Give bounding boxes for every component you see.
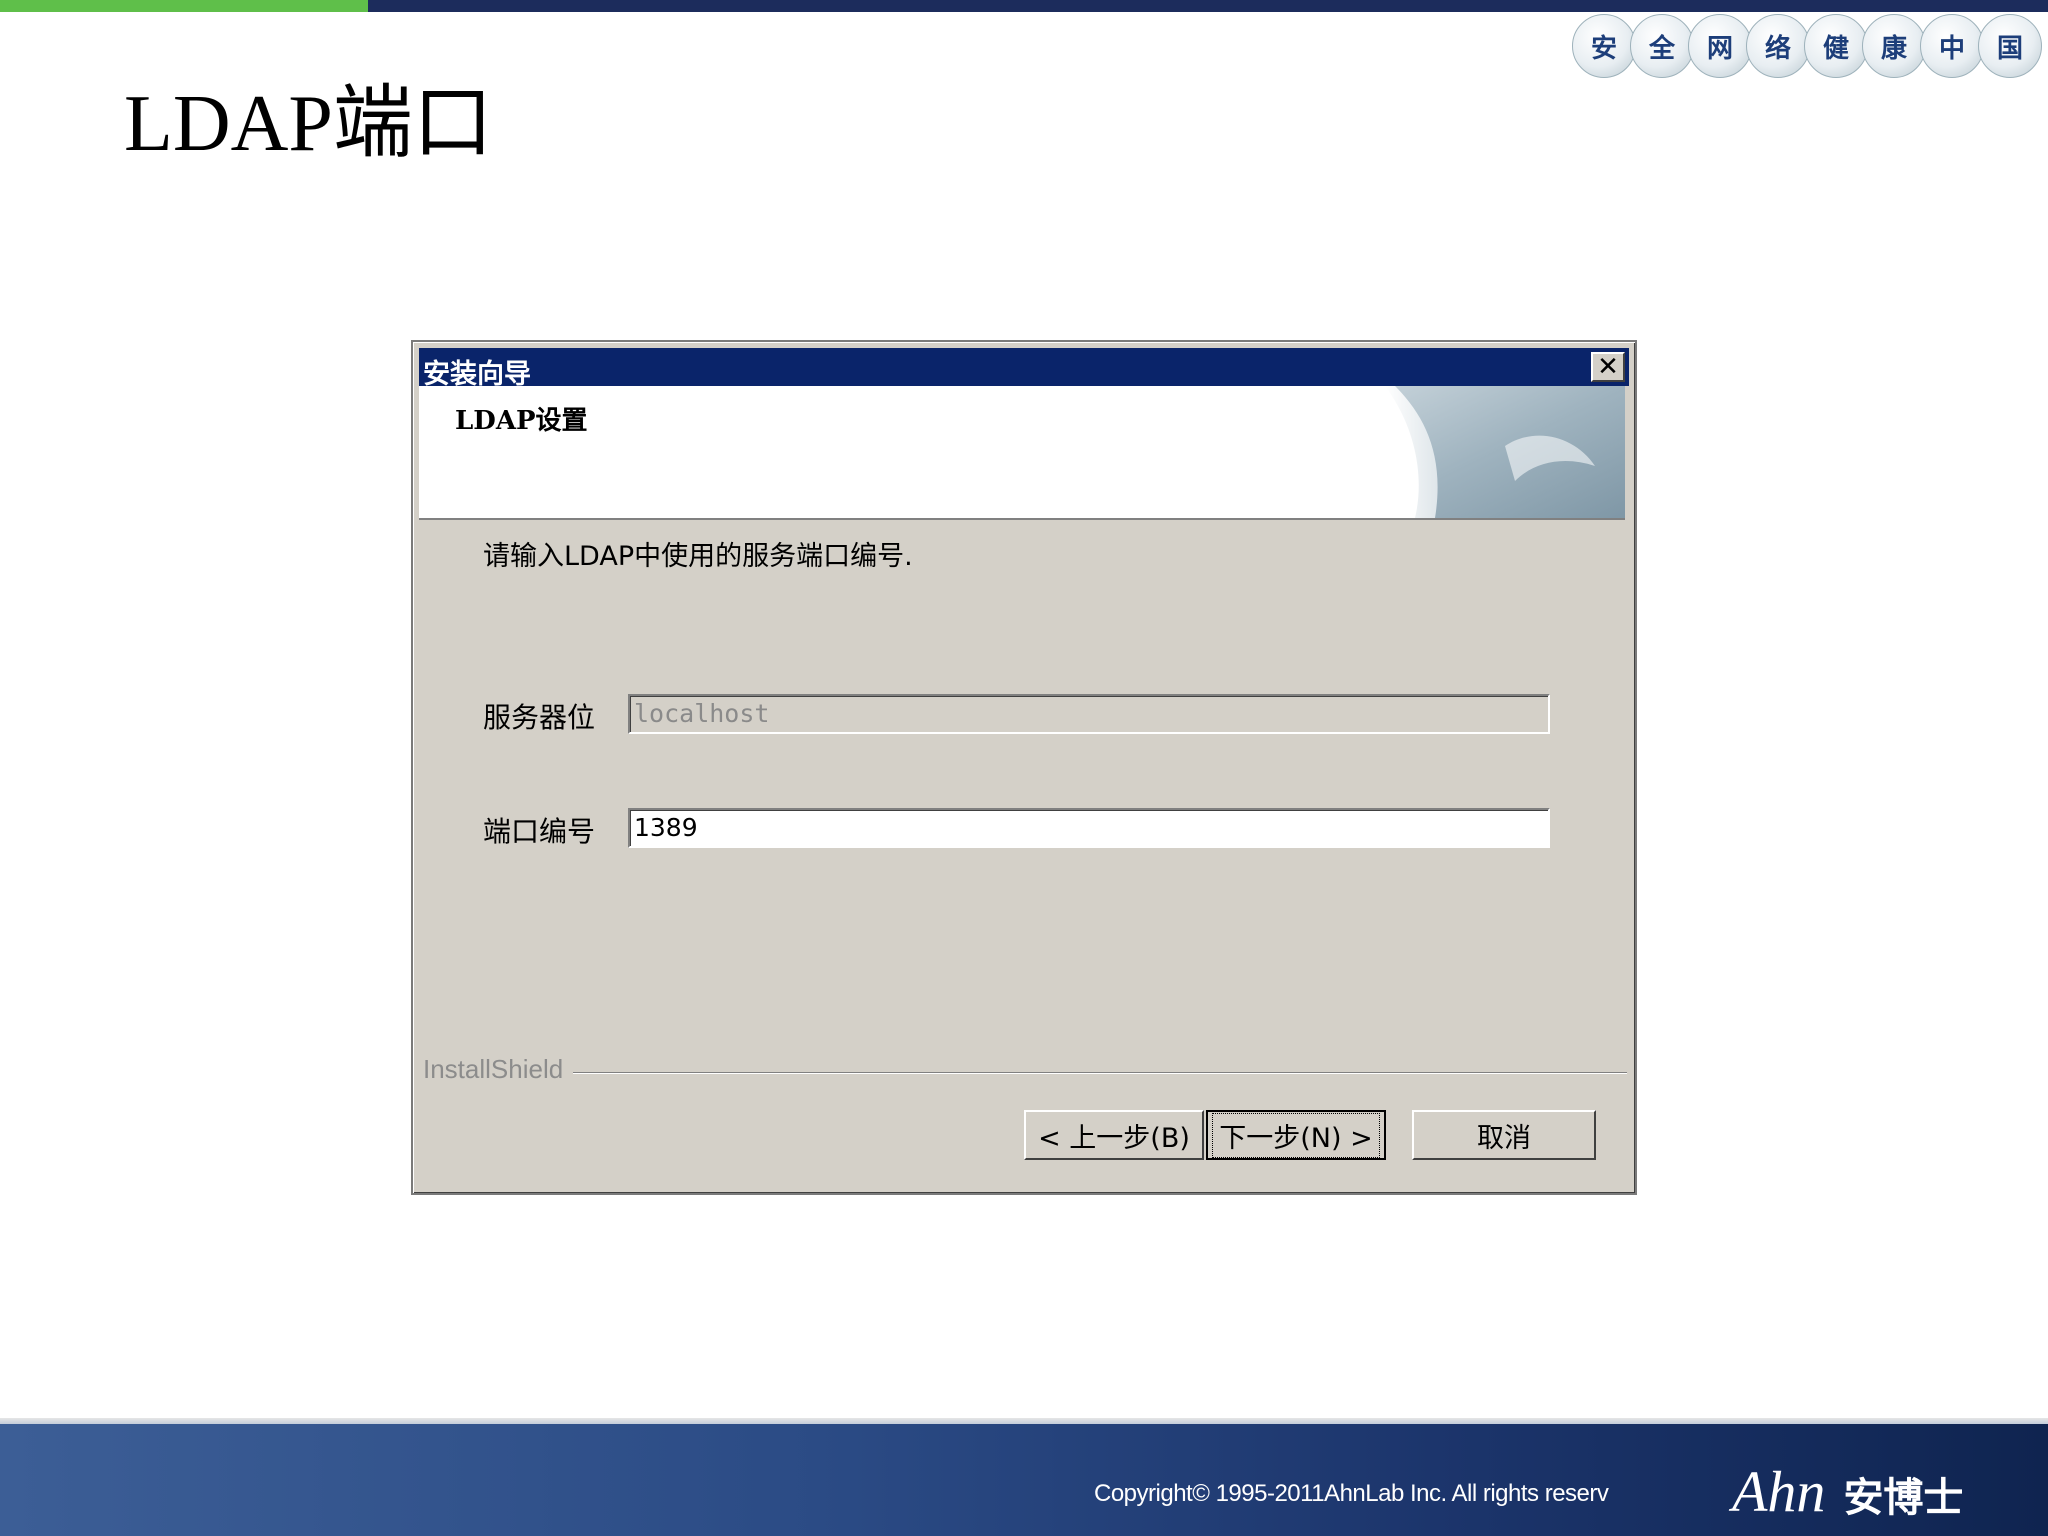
instruction-text: 请输入LDAP中使用的服务端口编号.	[483, 541, 913, 572]
cancel-button[interactable]: 取消	[1412, 1110, 1596, 1160]
installshield-brand: InstallShield	[423, 1054, 564, 1084]
top-accent-green	[0, 0, 368, 12]
dialog-header-panel: LDAP设置	[419, 386, 1625, 520]
server-location-field: localhost	[628, 694, 1550, 734]
close-button[interactable]: ✕	[1591, 352, 1625, 382]
slogan-badge: 安	[1572, 14, 1636, 78]
page-curl-graphic	[1355, 386, 1625, 518]
cancel-button-label: 取消	[1477, 1122, 1531, 1154]
close-icon: ✕	[1597, 352, 1619, 382]
back-button[interactable]: < 上一步(B)	[1024, 1110, 1204, 1160]
slogan-badge: 国	[1978, 14, 2042, 78]
dialog-titlebar[interactable]: 安装向导 ✕	[419, 348, 1629, 390]
header-title: LDAP设置	[455, 406, 588, 436]
install-wizard-dialog: 安装向导 ✕ LDAP设置 请输入LDAP中使用的服务端口编号. 服务器位 lo…	[411, 340, 1637, 1195]
footer-divider	[573, 1072, 1627, 1074]
next-button-label: 下一步(N) >	[1212, 1112, 1380, 1158]
port-number-field[interactable]: 1389	[628, 808, 1550, 848]
logo-mark: Ahn	[1732, 1459, 1826, 1524]
slide-title: LDAP端口	[124, 80, 493, 168]
back-button-label: < 上一步(B)	[1038, 1122, 1190, 1154]
slogan-badge: 康	[1862, 14, 1926, 78]
slogan-badge: 健	[1804, 14, 1868, 78]
slogan-badge: 网	[1688, 14, 1752, 78]
logo-cn-text: 安博士	[1843, 1475, 1964, 1521]
port-number-label: 端口编号	[483, 815, 596, 848]
server-location-label: 服务器位	[483, 701, 596, 734]
slogan-badge: 中	[1920, 14, 1984, 78]
slogan-badge: 络	[1746, 14, 1810, 78]
next-button[interactable]: 下一步(N) >	[1206, 1110, 1386, 1160]
ahnlab-logo: Ahn 安博士	[1732, 1458, 1963, 1525]
copyright-text: Copyright© 1995-2011AhnLab Inc. All righ…	[1094, 1480, 1609, 1507]
slogan-badge: 全	[1630, 14, 1694, 78]
slogan-badges: 安 全 网 络 健 康 中 国	[1572, 14, 2042, 78]
top-accent-bar	[0, 0, 2048, 12]
